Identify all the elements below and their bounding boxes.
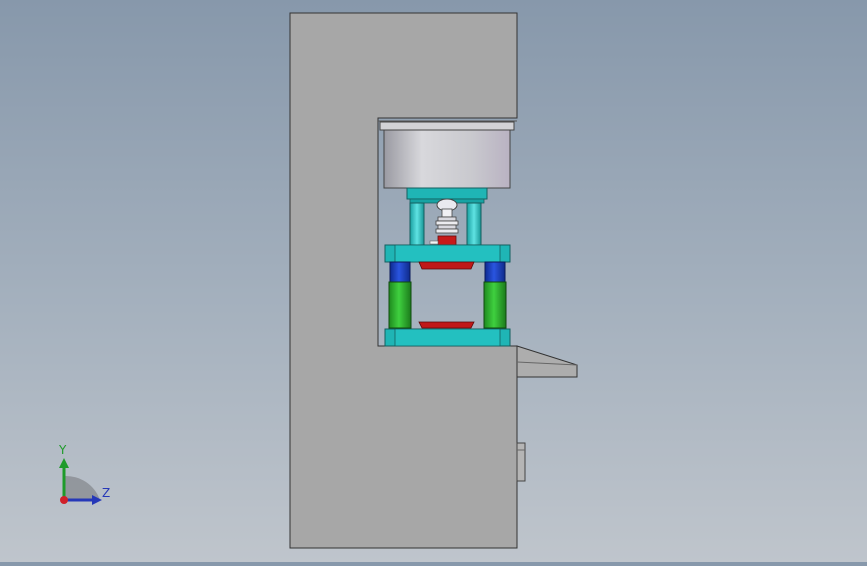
control-box[interactable] <box>516 442 526 482</box>
upper-shoe-plate[interactable] <box>406 187 488 200</box>
upper-die-insert[interactable] <box>418 261 475 270</box>
axis-y-label: Y <box>59 443 67 457</box>
upper-guide-post-right[interactable] <box>466 202 482 246</box>
press-model[interactable] <box>0 0 867 562</box>
work-table[interactable] <box>516 345 578 378</box>
coordinate-triad: Y Z <box>40 440 130 520</box>
guide-bushing-right[interactable] <box>483 281 507 329</box>
upper-guide-post-left[interactable] <box>409 202 425 246</box>
axis-z-label: Z <box>102 486 111 500</box>
lower-die-insert[interactable] <box>418 321 475 329</box>
coordinate-triad-icon <box>59 458 102 505</box>
graphics-viewport[interactable]: Y Z <box>0 0 867 562</box>
guide-collar-right[interactable] <box>484 261 506 283</box>
hydraulic-cylinder-flange[interactable] <box>379 121 515 131</box>
hydraulic-cylinder[interactable] <box>383 129 511 189</box>
guide-collar-left[interactable] <box>389 261 411 283</box>
punch-assembly[interactable] <box>429 198 459 246</box>
guide-bushing-left[interactable] <box>388 281 412 329</box>
